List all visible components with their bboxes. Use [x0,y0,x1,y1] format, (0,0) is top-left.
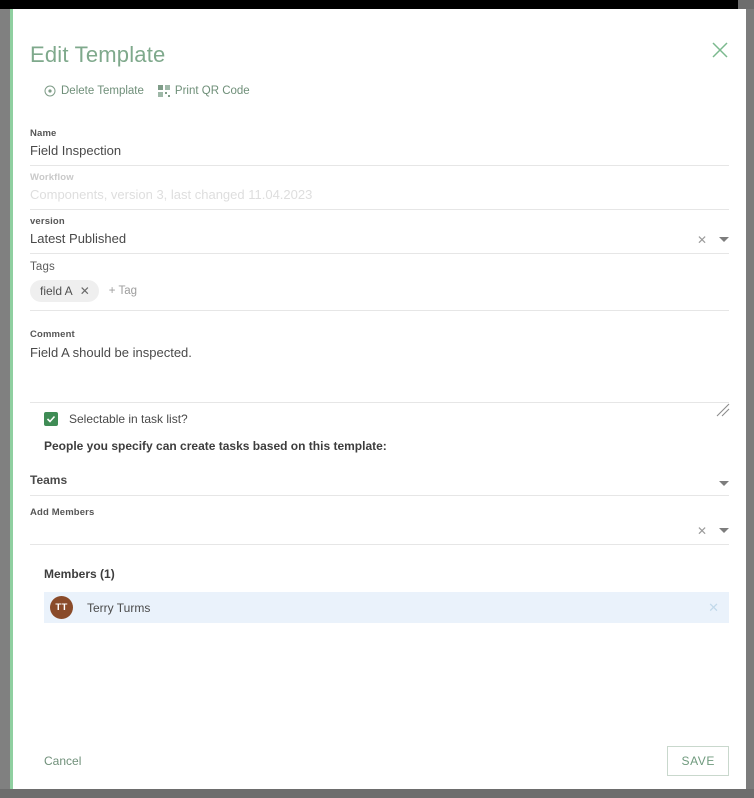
save-button[interactable]: SAVE [667,746,729,776]
tags-field-group: Tags field A ✕ + Tag [30,261,729,311]
print-qr-code-button[interactable]: Print QR Code [157,85,250,97]
tag-remove-x-icon[interactable]: ✕ [80,285,90,297]
version-label: version [30,216,65,227]
page-title: Edit Template [30,42,166,67]
tag-chip[interactable]: field A ✕ [30,280,99,302]
selectable-checkbox[interactable] [44,412,58,426]
cancel-button[interactable]: Cancel [30,754,81,768]
comment-label: Comment [30,329,75,340]
add-members-field-group: Add Members ✕ [30,507,729,545]
left-gutter [0,9,10,789]
name-label: Name [30,128,57,139]
edit-template-dialog: Edit Template Delete Template Print QR C… [13,9,746,789]
teams-label[interactable]: Teams [30,473,719,495]
print-qr-code-label: Print QR Code [174,85,250,97]
members-title: Members (1) [44,567,115,581]
screen-root: Edit Template Delete Template Print QR C… [0,0,754,798]
selectable-in-task-list-row: Selectable in task list? [44,412,188,426]
window-chrome-bar [0,0,754,9]
teams-field-group: Teams [30,473,729,496]
header-actions: Delete Template Print QR Code [44,85,250,97]
workflow-input: Components, version 3, last changed 11.0… [30,187,313,202]
resize-grip-icon[interactable] [716,403,730,417]
comment-underline [30,402,729,403]
version-underline [30,253,729,254]
delete-circle-icon [44,85,56,97]
add-members-label: Add Members [30,507,95,518]
member-name: Terry Turms [87,600,151,615]
add-tag-button[interactable]: + Tag [109,285,137,297]
window-chrome-bar-right [738,0,754,9]
permissions-note: People you specify can create tasks base… [44,439,387,453]
version-clear-icon[interactable]: ✕ [697,234,707,246]
version-field-group: version Latest Published ✕ [30,216,729,254]
comment-field-group: Comment Field A should be inspected. [30,329,730,417]
name-underline [30,165,729,166]
member-remove-x-icon[interactable]: ✕ [708,601,719,614]
name-field-group: Name Field Inspection [30,128,729,166]
add-members-clear-icon[interactable]: ✕ [697,525,707,537]
workflow-underline [30,209,729,210]
comment-textarea[interactable]: Field A should be inspected. [30,344,729,360]
close-icon[interactable] [708,38,732,62]
dialog-footer: Cancel SAVE [30,746,729,776]
delete-template-label: Delete Template [61,85,144,97]
tags-label: Tags [30,261,55,273]
version-select-value[interactable]: Latest Published [30,231,697,253]
right-gutter [746,9,754,789]
bottom-strip [0,789,754,798]
name-input[interactable]: Field Inspection [30,143,729,165]
avatar: TT [50,596,73,619]
member-list-item[interactable]: TT Terry Turms ✕ [44,592,729,623]
workflow-label: Workflow [30,172,74,183]
teams-underline [30,495,729,496]
tag-chip-label: field A [40,284,73,298]
delete-template-button[interactable]: Delete Template [44,85,144,97]
teams-chevron-down-icon[interactable] [719,481,729,486]
qr-code-icon [157,85,170,97]
add-members-input[interactable] [30,522,697,544]
add-members-underline [30,544,729,545]
workflow-field-group: Workflow Components, version 3, last cha… [30,172,729,210]
selectable-checkbox-label: Selectable in task list? [69,412,188,426]
add-members-chevron-down-icon[interactable] [719,527,729,533]
tags-underline [30,310,729,311]
version-chevron-down-icon[interactable] [719,236,729,242]
